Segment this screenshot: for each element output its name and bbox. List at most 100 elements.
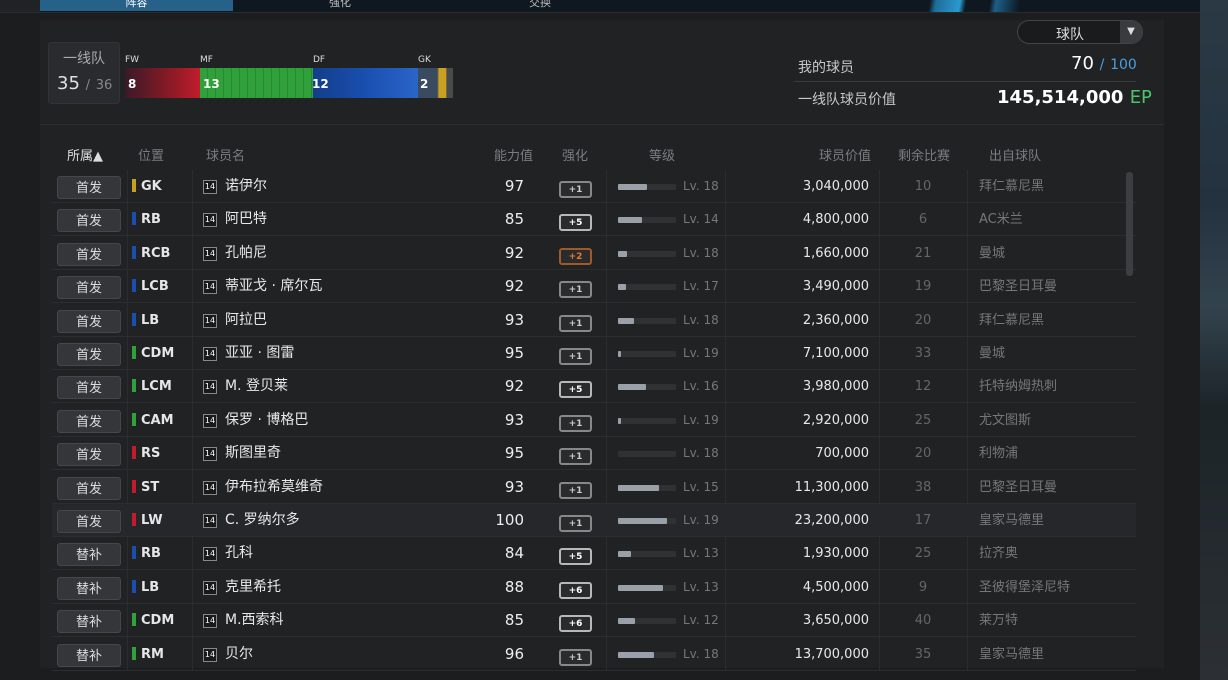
- enhance-cell: +5: [559, 203, 592, 236]
- player-name-cell[interactable]: 14 亚亚 · 图雷: [203, 337, 294, 370]
- player-name-cell[interactable]: 14 斯图里奇: [203, 437, 281, 470]
- column-header-category[interactable]: 所属▲: [67, 145, 103, 164]
- category-button[interactable]: 首发: [55, 270, 123, 303]
- first-team-label: 一线队: [63, 51, 105, 67]
- table-row[interactable]: 首发 ST 14 伊布拉希莫维奇 93 +1 Lv. 15 11,300,000 38 巴黎圣日耳…: [52, 471, 1136, 504]
- table-row[interactable]: 首发 CDM 14 亚亚 · 图雷 95 +1 Lv. 19 7,100,000 33 曼城: [52, 337, 1136, 370]
- header-divider: [40, 124, 1164, 125]
- club-name: 拜仁慕尼黑: [979, 179, 1045, 194]
- column-header-value[interactable]: 球员价值: [819, 145, 871, 164]
- column-header-enhance[interactable]: 强化: [562, 145, 588, 164]
- player-name-cell[interactable]: 14 克里希托: [203, 571, 281, 604]
- category-button[interactable]: 首发: [55, 504, 123, 537]
- table-row[interactable]: 首发 LCM 14 M. 登贝莱 92 +5 Lv. 16 3,980,000 12 托特纳姆热刺: [52, 370, 1136, 404]
- column-header-ability[interactable]: 能力值: [494, 145, 533, 164]
- position-cell: RB: [132, 537, 161, 570]
- column-header-remaining-games[interactable]: 剩余比赛: [898, 145, 950, 164]
- level-progress-bar: [618, 270, 676, 303]
- table-row[interactable]: 替补 RM 14 贝尔 96 +1 Lv. 18 13,700,000 35 皇家马德里: [52, 638, 1136, 671]
- position-cell: LB: [132, 304, 159, 337]
- table-row[interactable]: 首发 LCB 14 蒂亚戈 · 席尔瓦 92 +1 Lv. 17 3,490,000 19 巴黎圣…: [52, 270, 1136, 304]
- season-badge-icon: 14: [203, 213, 217, 228]
- table-row[interactable]: 首发 RS 14 斯图里奇 95 +1 Lv. 18 700,000 20 利物浦: [52, 437, 1136, 471]
- table-row[interactable]: 首发 LW 14 C. 罗纳尔多 100 +1 Lv. 19 23,200,000 17 皇家马德…: [52, 504, 1136, 537]
- level-text: Lv. 13: [683, 546, 719, 561]
- category-button[interactable]: 首发: [55, 337, 123, 370]
- position-cell: RS: [132, 437, 160, 470]
- position-cell: CAM: [132, 404, 174, 437]
- level-fill: [618, 584, 664, 591]
- category-button[interactable]: 首发: [55, 437, 123, 470]
- position-color-marker: [132, 646, 136, 660]
- club-name: 莱万特: [979, 613, 1019, 629]
- player-name-cell[interactable]: 14 诺伊尔: [203, 170, 267, 203]
- ability-value: 95: [504, 444, 524, 463]
- team-filter-dropdown[interactable]: 球队 ▼: [1017, 20, 1143, 44]
- level-text: Lv. 19: [683, 513, 719, 527]
- table-row[interactable]: 首发 CAM 14 保罗 · 博格巴 93 +1 Lv. 19 2,920,000 25 尤文图斯: [52, 404, 1136, 437]
- level-progress-bar: [618, 437, 676, 470]
- level-progress-bar: [618, 471, 676, 504]
- player-name-cell[interactable]: 14 贝尔: [203, 638, 253, 671]
- category-button[interactable]: 首发: [55, 304, 123, 337]
- tab-enhance[interactable]: 强化: [240, 0, 440, 11]
- player-name-cell[interactable]: 14 伊布拉希莫维奇: [203, 471, 323, 504]
- category-button[interactable]: 首发: [55, 471, 123, 504]
- category-button[interactable]: 替补: [55, 571, 123, 604]
- position-color-marker: [132, 379, 136, 393]
- category-button[interactable]: 替补: [55, 604, 123, 637]
- player-value: 2,360,000: [802, 312, 869, 328]
- category-button[interactable]: 首发: [55, 404, 123, 437]
- player-value: 700,000: [815, 446, 869, 462]
- category-button[interactable]: 首发: [55, 203, 123, 236]
- chevron-down-icon[interactable]: ▼: [1120, 21, 1142, 43]
- player-name-cell[interactable]: 14 C. 罗纳尔多: [203, 504, 300, 537]
- season-badge-icon: 14: [203, 180, 217, 194]
- player-name-cell[interactable]: 14 孔科: [203, 537, 253, 570]
- level-text: Lv. 18: [683, 646, 719, 661]
- position-color-marker: [132, 346, 136, 359]
- enhance-badge: +5: [559, 548, 592, 566]
- ability-value: 97: [504, 177, 524, 195]
- player-name-cell[interactable]: 14 阿巴特: [203, 203, 267, 236]
- player-name-cell[interactable]: 14 M. 登贝莱: [203, 370, 288, 403]
- tab-squad[interactable]: 阵容: [40, 0, 233, 11]
- enhance-badge: +1: [559, 448, 592, 466]
- table-row[interactable]: 首发 LB 14 阿拉巴 93 +1 Lv. 18 2,360,000 20 拜仁慕尼黑: [52, 304, 1136, 337]
- column-header-name[interactable]: 球员名: [206, 145, 245, 164]
- remaining-games: 25: [914, 412, 932, 428]
- club-name: 利物浦: [979, 446, 1019, 462]
- column-header-level[interactable]: 等级: [649, 145, 675, 164]
- position-color-marker: [132, 179, 136, 192]
- table-row[interactable]: 首发 RB 14 阿巴特 85 +5 Lv. 14 4,800,000 6 AC米兰: [52, 203, 1136, 237]
- table-row[interactable]: 替补 LB 14 克里希托 88 +6 Lv. 13 4,500,000 9 圣彼得堡泽尼特: [52, 571, 1136, 604]
- category-button[interactable]: 替补: [55, 638, 123, 671]
- column-header-club[interactable]: 出自球队: [989, 145, 1041, 164]
- category-button[interactable]: 首发: [55, 170, 123, 203]
- player-name-cell[interactable]: 14 保罗 · 博格巴: [203, 404, 308, 437]
- enhance-cell: +1: [559, 170, 592, 203]
- player-name-cell[interactable]: 14 蒂亚戈 · 席尔瓦: [203, 270, 322, 303]
- player-name-cell[interactable]: 14 孔帕尼: [203, 237, 267, 270]
- table-row[interactable]: 替补 CDM 14 M.西索科 85 +6 Lv. 12 3,650,000 40 莱万特: [52, 604, 1136, 638]
- enhance-badge: +1: [559, 515, 592, 532]
- enhance-cell: +1: [559, 404, 592, 437]
- level-progress-bar: [618, 404, 676, 437]
- table-row[interactable]: 替补 RB 14 孔科 84 +5 Lv. 13 1,930,000 25 拉齐奥: [52, 537, 1136, 571]
- column-header-position[interactable]: 位置: [138, 145, 164, 164]
- tab-exchange[interactable]: 交换: [440, 0, 640, 11]
- category-button[interactable]: 首发: [55, 237, 123, 270]
- category-button[interactable]: 替补: [55, 537, 123, 570]
- player-name-cell[interactable]: 14 M.西索科: [203, 604, 284, 637]
- table-row[interactable]: 首发 GK 14 诺伊尔 97 +1 Lv. 18 3,040,000 10 拜仁慕尼黑: [52, 170, 1136, 203]
- level-fill: [618, 484, 659, 491]
- scrollbar-thumb[interactable]: [1126, 172, 1133, 276]
- category-button[interactable]: 首发: [55, 370, 123, 403]
- table-row[interactable]: 首发 RCB 14 孔帕尼 92 +2 Lv. 18 1,660,000 21 曼城: [52, 237, 1136, 270]
- remaining-games: 40: [914, 613, 932, 629]
- player-value: 13,700,000: [794, 646, 869, 662]
- remaining-games: 19: [914, 279, 932, 295]
- player-name-cell[interactable]: 14 阿拉巴: [203, 304, 267, 337]
- season-badge-icon: 14: [203, 347, 217, 361]
- season-badge-icon: 14: [203, 514, 217, 528]
